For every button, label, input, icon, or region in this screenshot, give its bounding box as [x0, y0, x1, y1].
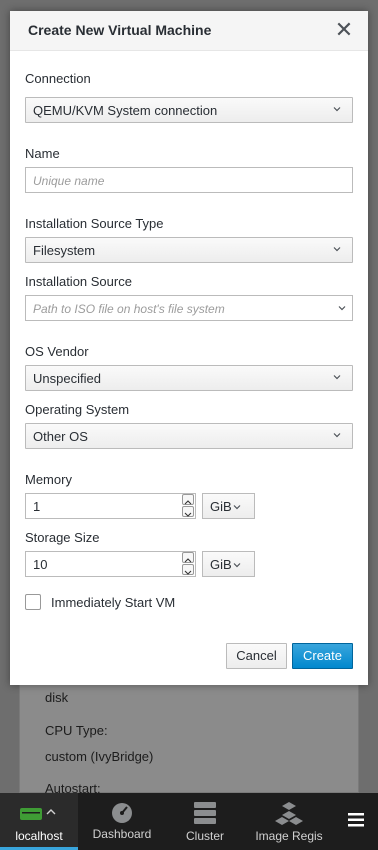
- cpu-type-value: custom (IvyBridge): [45, 749, 154, 764]
- memory-unit-value: GiB: [210, 499, 232, 514]
- install-source-input[interactable]: Path to ISO file on host's file system: [25, 295, 353, 321]
- chevron-down-icon: [184, 512, 192, 517]
- bottom-nav: localhost Dashboard Cluster Image Regis: [0, 793, 378, 850]
- server-icon: [20, 808, 56, 820]
- nav-item-cluster[interactable]: Cluster: [166, 793, 244, 850]
- chevron-down-icon: [333, 107, 341, 112]
- nav-label-localhost: localhost: [15, 829, 63, 843]
- cpu-type-label: CPU Type:: [45, 723, 108, 738]
- name-label: Name: [25, 146, 60, 161]
- image-registry-icon: [275, 802, 303, 825]
- storage-size-value: 10: [33, 557, 48, 572]
- connection-label: Connection: [25, 71, 91, 86]
- memory-value: 1: [33, 499, 41, 514]
- start-vm-checkbox[interactable]: [25, 594, 41, 610]
- os-vendor-value: Unspecified: [33, 371, 101, 386]
- close-icon[interactable]: ✕: [334, 19, 354, 41]
- dialog-footer: Cancel Create: [10, 633, 368, 685]
- name-placeholder: Unique name: [33, 174, 105, 188]
- dashboard-icon: [112, 803, 132, 823]
- nav-item-localhost[interactable]: localhost: [0, 793, 78, 850]
- storage-unit-value: GiB: [210, 557, 232, 572]
- os-vendor-label: OS Vendor: [25, 344, 89, 359]
- operating-system-value: Other OS: [33, 429, 88, 444]
- os-vendor-select[interactable]: Unspecified: [25, 365, 353, 391]
- install-source-type-select[interactable]: Filesystem: [25, 237, 353, 263]
- disk-text: disk: [45, 690, 69, 705]
- connection-value: QEMU/KVM System connection: [33, 103, 218, 118]
- nav-label-cluster: Cluster: [185, 829, 224, 843]
- create-button[interactable]: Create: [292, 643, 353, 669]
- vm-details-card: disk CPU Type: custom (IvyBridge) Autost…: [19, 672, 359, 796]
- decrement-button[interactable]: [182, 564, 194, 575]
- chevron-down-icon[interactable]: [337, 303, 347, 313]
- chevron-down-icon: [333, 375, 341, 380]
- chevron-down-icon: [333, 247, 341, 252]
- storage-size-stepper[interactable]: 10: [25, 551, 196, 577]
- hamburger-menu-button[interactable]: [334, 793, 378, 850]
- nav-label-image-registry: Image Regis: [255, 829, 323, 843]
- operating-system-select[interactable]: Other OS: [25, 423, 353, 449]
- nav-item-dashboard[interactable]: Dashboard: [83, 793, 161, 850]
- storage-size-label: Storage Size: [25, 530, 100, 545]
- hamburger-icon: [348, 813, 364, 827]
- chevron-down-icon: [333, 433, 341, 438]
- decrement-button[interactable]: [182, 506, 194, 517]
- name-input[interactable]: Unique name: [25, 167, 353, 193]
- nav-item-image-registry[interactable]: Image Regis: [249, 793, 329, 850]
- cluster-icon: [194, 802, 216, 824]
- cancel-button[interactable]: Cancel: [226, 643, 287, 669]
- install-source-placeholder: Path to ISO file on host's file system: [33, 302, 225, 316]
- increment-button[interactable]: [182, 552, 194, 563]
- create-vm-dialog: Create New Virtual Machine ✕ Connection …: [10, 11, 368, 685]
- chevron-down-icon: [233, 563, 241, 568]
- memory-stepper[interactable]: 1: [25, 493, 196, 519]
- dialog-title: Create New Virtual Machine: [28, 22, 212, 38]
- chevron-down-icon: [233, 505, 241, 510]
- install-source-label: Installation Source: [25, 274, 132, 289]
- operating-system-label: Operating System: [25, 402, 130, 417]
- nav-label-dashboard: Dashboard: [92, 827, 152, 841]
- connection-select[interactable]: QEMU/KVM System connection: [25, 97, 353, 123]
- install-source-type-label: Installation Source Type: [25, 216, 164, 231]
- chevron-down-icon: [184, 570, 192, 575]
- increment-button[interactable]: [182, 494, 194, 505]
- memory-label: Memory: [25, 472, 72, 487]
- install-source-type-value: Filesystem: [33, 243, 96, 258]
- memory-unit-select[interactable]: GiB: [202, 493, 255, 519]
- storage-unit-select[interactable]: GiB: [202, 551, 255, 577]
- start-vm-label: Immediately Start VM: [51, 595, 176, 610]
- dialog-header: Create New Virtual Machine ✕: [10, 11, 368, 51]
